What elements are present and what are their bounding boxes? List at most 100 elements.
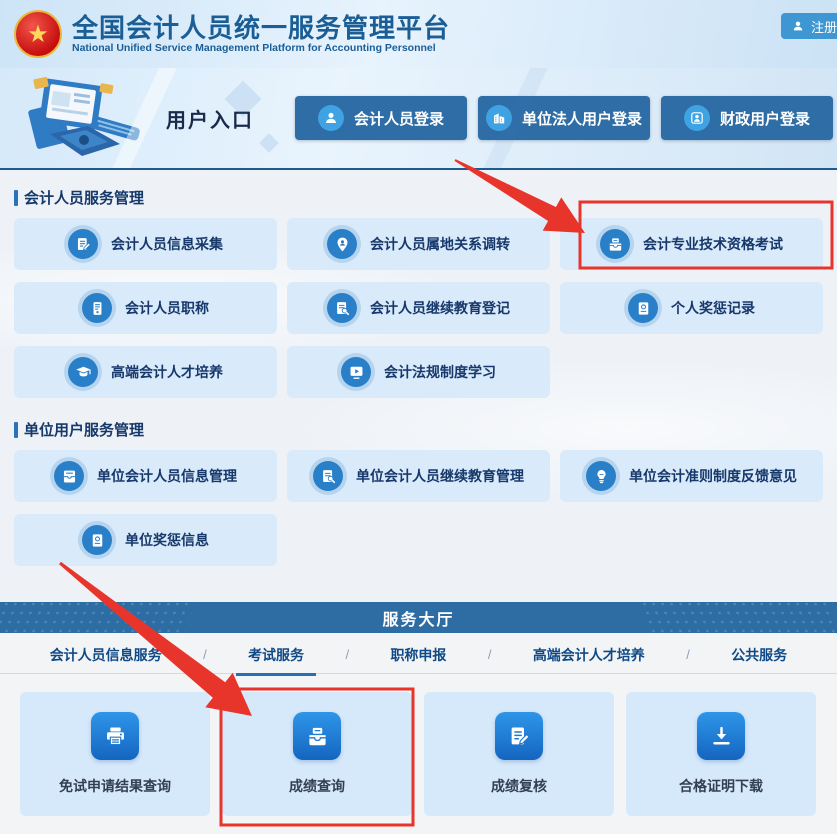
tab-职称申报[interactable]: 职称申报 xyxy=(384,645,452,676)
doc-pen-icon xyxy=(506,723,533,750)
person-icon xyxy=(323,110,339,126)
play-video-icon-circle xyxy=(341,357,371,387)
section-heading-label: 单位用户服务管理 xyxy=(24,419,144,440)
hall-cards: 免试申请结果查询 成绩查询 成绩复核 合格证明下载 xyxy=(0,674,837,816)
service-card-play-video[interactable]: 会计法规制度学习 xyxy=(287,346,550,398)
bulb-icon xyxy=(592,467,611,486)
section-heading: 单位用户服务管理 xyxy=(14,419,823,440)
drawer-icon-circle xyxy=(54,461,84,491)
tab-separator: / xyxy=(686,647,690,673)
service-hall-title: 服务大厅 xyxy=(382,606,454,630)
printer-tray-icon-circle xyxy=(600,229,630,259)
hall-card-成绩复核[interactable]: 成绩复核 xyxy=(424,692,614,816)
printer-icon-square xyxy=(91,712,139,760)
doc-pen-icon-square xyxy=(495,712,543,760)
register-button[interactable]: 注册 xyxy=(781,13,837,39)
section-heading-label: 会计人员服务管理 xyxy=(24,187,144,208)
tab-公共服务[interactable]: 公共服务 xyxy=(725,645,793,676)
id-badge-icon xyxy=(88,299,107,318)
doc-search-icon xyxy=(319,467,338,486)
grad-cap-icon-circle xyxy=(68,357,98,387)
id-badge-icon-circle xyxy=(82,293,112,323)
service-card-printer-tray[interactable]: 会计专业技术资格考试 xyxy=(560,218,823,270)
login-button-label: 单位法人用户登录 xyxy=(522,108,642,129)
hall-card-免试申请结果查询[interactable]: 免试申请结果查询 xyxy=(20,692,210,816)
login-buttons: 会计人员登录 单位法人用户登录 财政用户登录 xyxy=(295,96,833,140)
section-heading: 会计人员服务管理 xyxy=(14,187,823,208)
tab-高端会计人才培养[interactable]: 高端会计人才培养 xyxy=(527,645,651,676)
site-header: ★ 全国会计人员统一服务管理平台 National Unified Servic… xyxy=(0,0,837,68)
medal-book-icon xyxy=(634,299,653,318)
person-frame-icon-circle xyxy=(684,105,710,131)
service-card-label: 会计人员信息采集 xyxy=(111,234,223,254)
service-card-label: 单位奖惩信息 xyxy=(125,530,209,550)
site-title-block: 全国会计人员统一服务管理平台 National Unified Service … xyxy=(72,14,450,55)
doc-search-icon xyxy=(333,299,352,318)
hall-card-合格证明下载[interactable]: 合格证明下载 xyxy=(626,692,816,816)
service-card-label: 会计人员职称 xyxy=(125,298,209,318)
section-heading-bar xyxy=(14,190,18,206)
service-card-label: 个人奖惩记录 xyxy=(671,298,755,318)
service-card-grad-cap[interactable]: 高端会计人才培养 xyxy=(14,346,277,398)
doc-search-icon-circle xyxy=(327,293,357,323)
person-icon xyxy=(791,19,805,33)
medal-book-icon-circle xyxy=(82,525,112,555)
building-icon xyxy=(491,110,507,126)
download-icon xyxy=(708,723,735,750)
tab-会计人员信息服务[interactable]: 会计人员信息服务 xyxy=(44,645,168,676)
service-card-drawer[interactable]: 单位会计人员信息管理 xyxy=(14,450,277,502)
person-frame-icon xyxy=(689,110,705,126)
tab-separator: / xyxy=(488,647,492,673)
hall-card-成绩查询[interactable]: 成绩查询 xyxy=(222,692,412,816)
hall-card-label: 成绩复核 xyxy=(491,776,547,796)
person-icon-circle xyxy=(318,105,344,131)
section-heading-bar xyxy=(14,422,18,438)
service-card-medal-book[interactable]: 个人奖惩记录 xyxy=(560,282,823,334)
decor-square xyxy=(259,133,279,153)
hall-card-label: 合格证明下载 xyxy=(679,776,763,796)
user-entry-illustration xyxy=(12,72,152,164)
play-video-icon xyxy=(347,363,366,382)
login-button-label: 会计人员登录 xyxy=(354,108,444,129)
service-card-doc-search[interactable]: 单位会计人员继续教育管理 xyxy=(287,450,550,502)
pin-person-icon-circle xyxy=(327,229,357,259)
service-card-medal-book[interactable]: 单位奖惩信息 xyxy=(14,514,277,566)
service-card-label: 会计人员继续教育登记 xyxy=(370,298,510,318)
printer-tray-icon xyxy=(606,235,625,254)
hall-card-label: 免试申请结果查询 xyxy=(59,776,171,796)
login-button-building[interactable]: 单位法人用户登录 xyxy=(478,96,650,140)
service-card-grid: 单位会计人员信息管理单位会计人员继续教育管理 单位会计准则制度反馈意见单位奖惩信息 xyxy=(14,450,823,566)
service-card-bulb[interactable]: 单位会计准则制度反馈意见 xyxy=(560,450,823,502)
printer-tray-icon xyxy=(304,723,331,750)
doc-pen-icon xyxy=(74,235,93,254)
user-entry-band: 用户入口 会计人员登录单位法人用户登录财政用户登录 xyxy=(0,68,837,170)
service-card-label: 会计法规制度学习 xyxy=(384,362,496,382)
site-title: 全国会计人员统一服务管理平台 xyxy=(72,14,450,43)
register-label: 注册 xyxy=(811,17,837,36)
pin-person-icon xyxy=(333,235,352,254)
printer-tray-icon-square xyxy=(293,712,341,760)
printer-icon xyxy=(102,723,129,750)
service-card-doc-search[interactable]: 会计人员继续教育登记 xyxy=(287,282,550,334)
download-icon-square xyxy=(697,712,745,760)
service-card-label: 单位会计准则制度反馈意见 xyxy=(629,466,797,486)
bulb-icon-circle xyxy=(586,461,616,491)
login-button-label: 财政用户登录 xyxy=(720,108,810,129)
login-button-person-frame[interactable]: 财政用户登录 xyxy=(661,96,833,140)
national-emblem-icon: ★ xyxy=(14,10,62,58)
doc-pen-icon-circle xyxy=(68,229,98,259)
login-button-person[interactable]: 会计人员登录 xyxy=(295,96,467,140)
medal-book-icon xyxy=(88,531,107,550)
tab-separator: / xyxy=(345,647,349,673)
service-card-label: 高端会计人才培养 xyxy=(111,362,223,382)
grad-cap-icon xyxy=(74,363,93,382)
service-hall-banner: 服务大厅 xyxy=(0,602,837,633)
hall-card-label: 成绩查询 xyxy=(289,776,345,796)
service-card-id-badge[interactable]: 会计人员职称 xyxy=(14,282,277,334)
service-card-doc-pen[interactable]: 会计人员信息采集 xyxy=(14,218,277,270)
hall-tabs: 会计人员信息服务/考试服务/职称申报/高端会计人才培养/公共服务 xyxy=(0,633,837,674)
service-hall: 会计人员信息服务/考试服务/职称申报/高端会计人才培养/公共服务 免试申请结果查… xyxy=(0,633,837,834)
service-sections: 会计人员服务管理会计人员信息采集 会计人员属地关系调转会计专业技术资格考试会计人员… xyxy=(0,170,837,602)
tab-考试服务[interactable]: 考试服务 xyxy=(242,645,310,676)
service-card-pin-person[interactable]: 会计人员属地关系调转 xyxy=(287,218,550,270)
